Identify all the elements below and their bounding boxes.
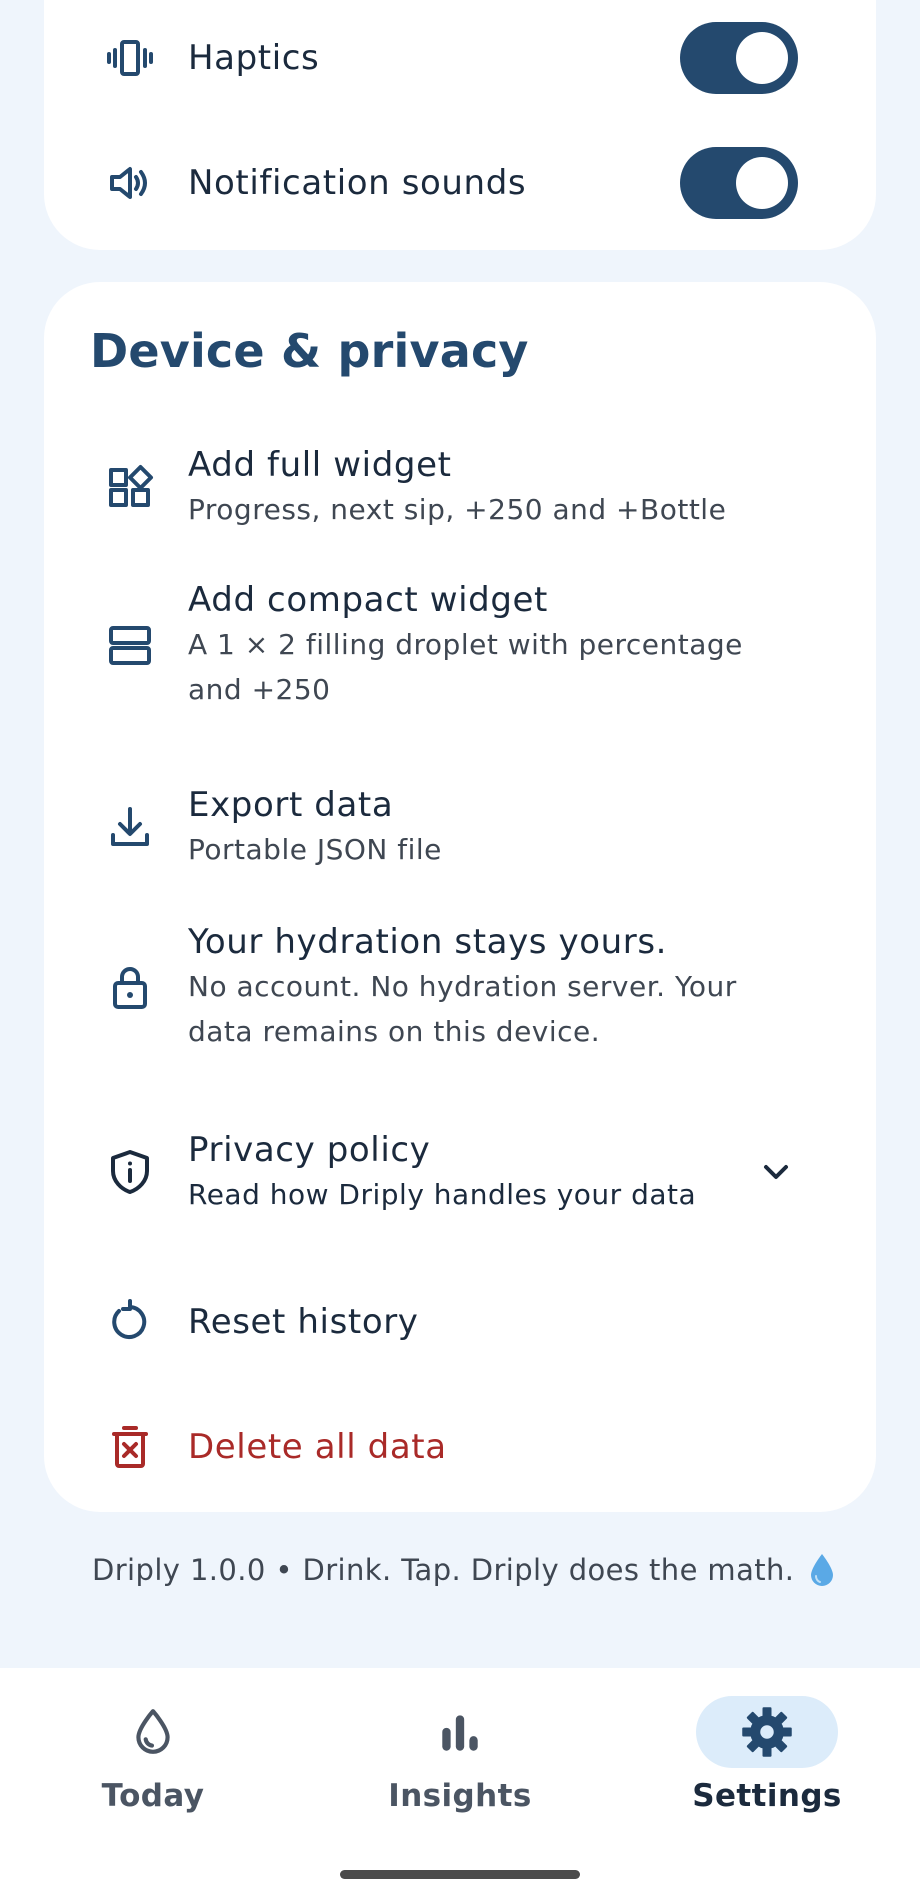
home-indicator[interactable] [340,1870,580,1879]
toggle-knob [736,32,788,84]
device-privacy-card: Device & privacy Add full widget Progres… [44,282,876,1512]
haptics-row[interactable]: Haptics [44,13,876,103]
item-title: Add full widget [188,444,452,485]
item-title: Your hydration stays yours. [188,922,668,962]
nav-insights[interactable]: Insights [360,1696,560,1814]
nav-today[interactable]: Today [53,1696,253,1814]
nav-label: Settings [692,1778,842,1814]
notification-sounds-row[interactable]: Notification sounds [44,138,876,228]
reset-history-row[interactable]: Reset history [44,1282,876,1362]
gear-icon [742,1707,792,1757]
download-icon [100,797,160,857]
item-subtitle: Progress, next sip, +250 and +Bottle [188,492,727,526]
privacy-policy-row[interactable]: Privacy policy Read how Driply handles y… [44,1117,876,1227]
lock-icon [100,957,160,1017]
haptics-toggle[interactable] [680,22,798,94]
add-compact-widget-row[interactable]: Add compact widget A 1 × 2 filling dropl… [44,580,876,710]
shield-icon [100,1142,160,1202]
item-title: Privacy policy [188,1129,431,1170]
delete-all-data-row[interactable]: Delete all data [44,1407,876,1487]
item-title: Add compact widget [188,580,548,620]
hydration-privacy-row: Your hydration stays yours. No account. … [44,922,876,1052]
bar-chart-icon [442,1715,478,1751]
item-subtitle: No account. No hydration server. Your da… [188,970,737,1048]
preferences-card: Haptics Notification sounds [44,0,876,250]
bottom-navigation: Today Insights Settings [0,1668,920,1901]
nav-icon-container [389,1696,531,1768]
water-drop-icon [811,1554,834,1586]
item-title: Delete all data [188,1427,447,1467]
toggle-knob [736,157,788,209]
add-full-widget-row[interactable]: Add full widget Progress, next sip, +250… [44,432,876,542]
droplet-icon [136,1709,170,1754]
app-version-note: Driply 1.0.0 • Drink. Tap. Driply does t… [92,1552,836,1588]
vibration-icon [100,28,160,88]
compact-widget-icon [100,615,160,675]
reset-icon [100,1292,160,1352]
item-subtitle: Portable JSON file [188,832,442,866]
nav-settings[interactable]: Settings [667,1696,867,1814]
nav-icon-container [82,1696,224,1768]
section-title: Device & privacy [90,324,529,378]
item-subtitle: A 1 × 2 filling droplet with percentage … [188,628,743,706]
footer-text: Driply 1.0.0 • Drink. Tap. Driply does t… [92,1553,795,1587]
delete-forever-icon [100,1417,160,1477]
nav-label: Insights [388,1778,532,1814]
chevron-down-icon[interactable] [756,1152,796,1192]
nav-icon-container [696,1696,838,1768]
item-subtitle: Read how Driply handles your data [188,1177,697,1211]
nav-label: Today [101,1778,205,1814]
widgets-icon [100,457,160,517]
item-title: Export data [188,784,394,825]
export-data-row[interactable]: Export data Portable JSON file [44,772,876,882]
speaker-icon [100,153,160,213]
notification-sounds-toggle[interactable] [680,147,798,219]
item-title: Reset history [188,1302,419,1342]
